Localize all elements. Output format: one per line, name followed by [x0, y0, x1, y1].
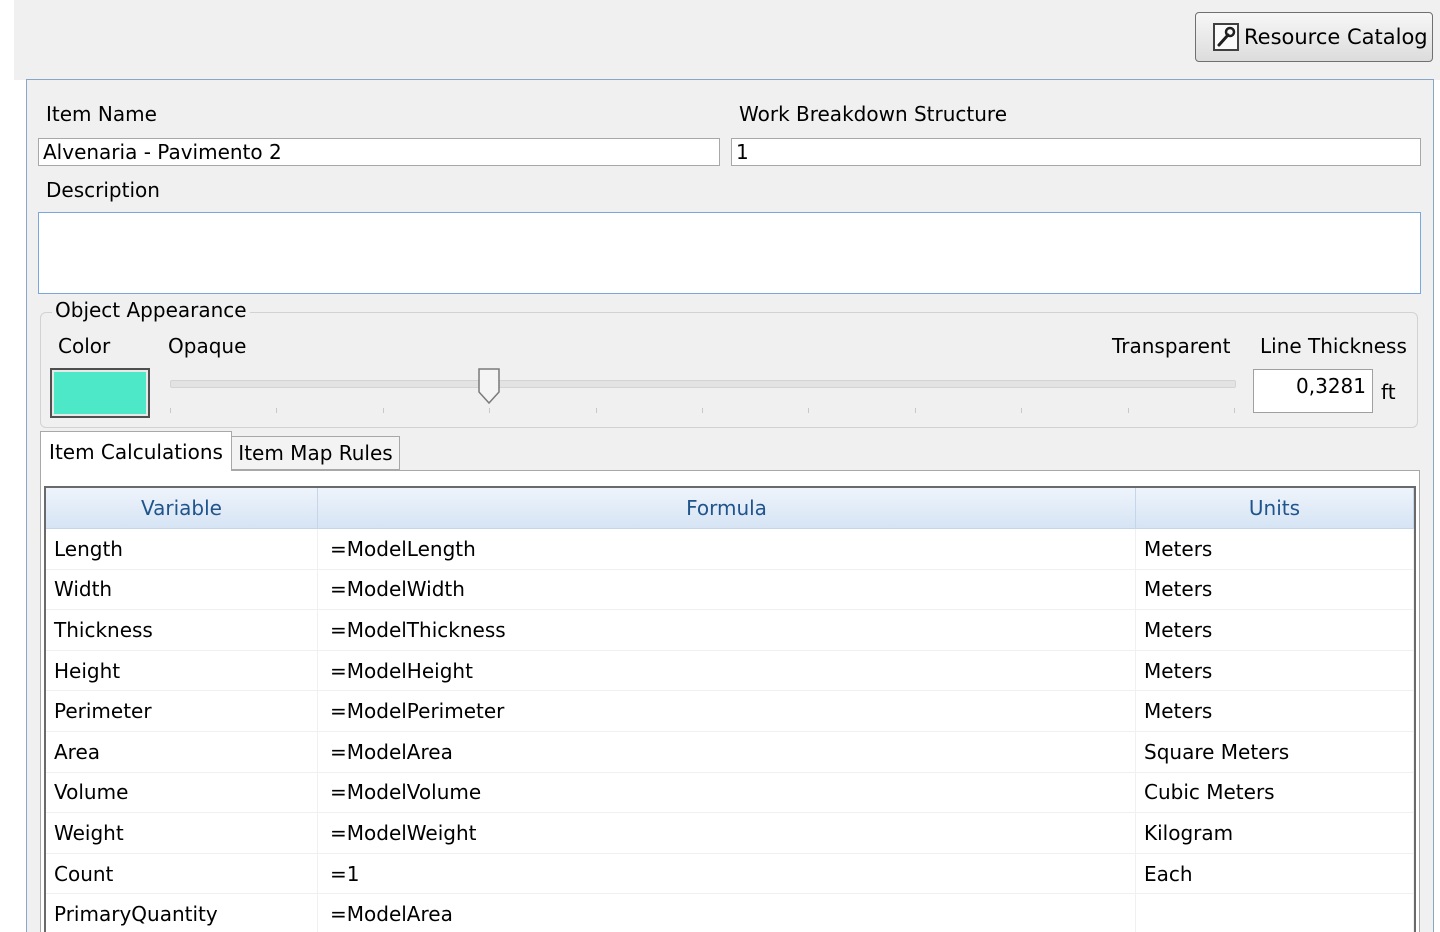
variable-cell[interactable]: Count [46, 853, 318, 894]
line-thickness-label: Line Thickness [1260, 334, 1407, 358]
formula-cell[interactable]: =ModelArea [318, 894, 1136, 932]
table-row[interactable]: Weight =ModelWeight Kilogram [46, 813, 1414, 854]
table-row[interactable]: Count =1 Each [46, 853, 1414, 895]
units-cell[interactable] [1136, 894, 1414, 932]
variable-cell[interactable]: Weight [46, 813, 318, 853]
wrench-icon [1212, 22, 1240, 52]
slider-tick [595, 408, 597, 413]
units-cell[interactable]: Meters [1136, 569, 1414, 610]
variable-cell[interactable]: Thickness [46, 610, 318, 650]
slider-tick [170, 408, 171, 413]
table-row[interactable]: Width =ModelWidth Meters [46, 569, 1414, 611]
units-cell[interactable]: Cubic Meters [1136, 772, 1414, 813]
resource-catalog-label: Resource Catalog [1244, 25, 1428, 49]
variable-cell[interactable]: Width [46, 569, 318, 610]
table-row[interactable]: Perimeter =ModelPerimeter Meters [46, 691, 1414, 732]
table-row[interactable]: PrimaryQuantity =ModelArea [46, 894, 1414, 932]
units-cell[interactable]: Meters [1136, 650, 1414, 691]
table-row[interactable]: Thickness =ModelThickness Meters [46, 610, 1414, 651]
tab-item-map-rules[interactable]: Item Map Rules [232, 436, 400, 470]
table-row[interactable]: Length =ModelLength Meters [46, 529, 1414, 570]
color-swatch[interactable] [50, 368, 150, 418]
table-row[interactable]: Height =ModelHeight Meters [46, 650, 1414, 692]
units-cell[interactable]: Square Meters [1136, 731, 1414, 772]
slider-tick [1127, 408, 1129, 413]
slider-tick [808, 408, 810, 413]
item-name-label: Item Name [46, 102, 157, 126]
slider-tick [914, 408, 916, 413]
transparency-slider-track[interactable] [170, 380, 1236, 388]
tab-item-calculations[interactable]: Item Calculations [40, 431, 232, 471]
table-header: Variable Formula Units [46, 488, 1414, 529]
slider-tick [382, 408, 384, 413]
slider-tick [276, 408, 278, 413]
units-cell[interactable]: Meters [1136, 691, 1414, 731]
formula-cell[interactable]: =ModelLength [318, 529, 1136, 569]
formula-cell[interactable]: =ModelPerimeter [318, 691, 1136, 731]
header-formula[interactable]: Formula [318, 488, 1136, 528]
transparency-slider-thumb[interactable] [478, 368, 500, 405]
variable-cell[interactable]: Area [46, 731, 318, 772]
object-appearance-label: Object Appearance [52, 298, 250, 322]
wbs-label: Work Breakdown Structure [739, 102, 1008, 126]
wbs-field[interactable]: 1 [731, 138, 1421, 166]
formula-cell[interactable]: =ModelVolume [318, 772, 1136, 813]
object-appearance-group [40, 312, 1418, 428]
line-thickness-field[interactable]: 0,3281 [1253, 369, 1373, 413]
color-fill [54, 372, 146, 414]
slider-tick [702, 408, 703, 413]
formula-cell[interactable]: =ModelWeight [318, 813, 1136, 853]
units-cell[interactable]: Kilogram [1136, 813, 1414, 853]
variable-cell[interactable]: PrimaryQuantity [46, 894, 318, 932]
slider-tick [489, 408, 491, 413]
units-cell[interactable]: Meters [1136, 610, 1414, 650]
resource-catalog-button[interactable]: Resource Catalog [1195, 12, 1433, 62]
table-row[interactable]: Volume =ModelVolume Cubic Meters [46, 772, 1414, 814]
slider-tick [1021, 408, 1023, 413]
line-thickness-unit: ft [1381, 380, 1396, 404]
formula-cell[interactable]: =1 [318, 853, 1136, 894]
transparent-label: Transparent [1112, 334, 1231, 358]
units-cell[interactable]: Each [1136, 853, 1414, 894]
description-label: Description [46, 178, 160, 202]
color-label: Color [58, 334, 111, 358]
calculations-table: Variable Formula Units Length =ModelLengt… [44, 486, 1416, 932]
slider-tick [1234, 408, 1235, 413]
formula-cell[interactable]: =ModelWidth [318, 569, 1136, 610]
formula-cell[interactable]: =ModelHeight [318, 650, 1136, 691]
header-units[interactable]: Units [1136, 488, 1414, 528]
header-variable[interactable]: Variable [46, 488, 318, 528]
units-cell[interactable]: Meters [1136, 529, 1414, 569]
formula-cell[interactable]: =ModelThickness [318, 610, 1136, 650]
variable-cell[interactable]: Height [46, 650, 318, 691]
opaque-label: Opaque [168, 334, 247, 358]
formula-cell[interactable]: =ModelArea [318, 731, 1136, 772]
variable-cell[interactable]: Length [46, 529, 318, 569]
variable-cell[interactable]: Perimeter [46, 691, 318, 731]
variable-cell[interactable]: Volume [46, 772, 318, 813]
table-row[interactable]: Area =ModelArea Square Meters [46, 731, 1414, 773]
item-name-field[interactable]: Alvenaria - Pavimento 2 [38, 138, 720, 166]
table-body: Length =ModelLength Meters Width =ModelWidth… [46, 529, 1414, 932]
description-field[interactable] [38, 212, 1421, 294]
